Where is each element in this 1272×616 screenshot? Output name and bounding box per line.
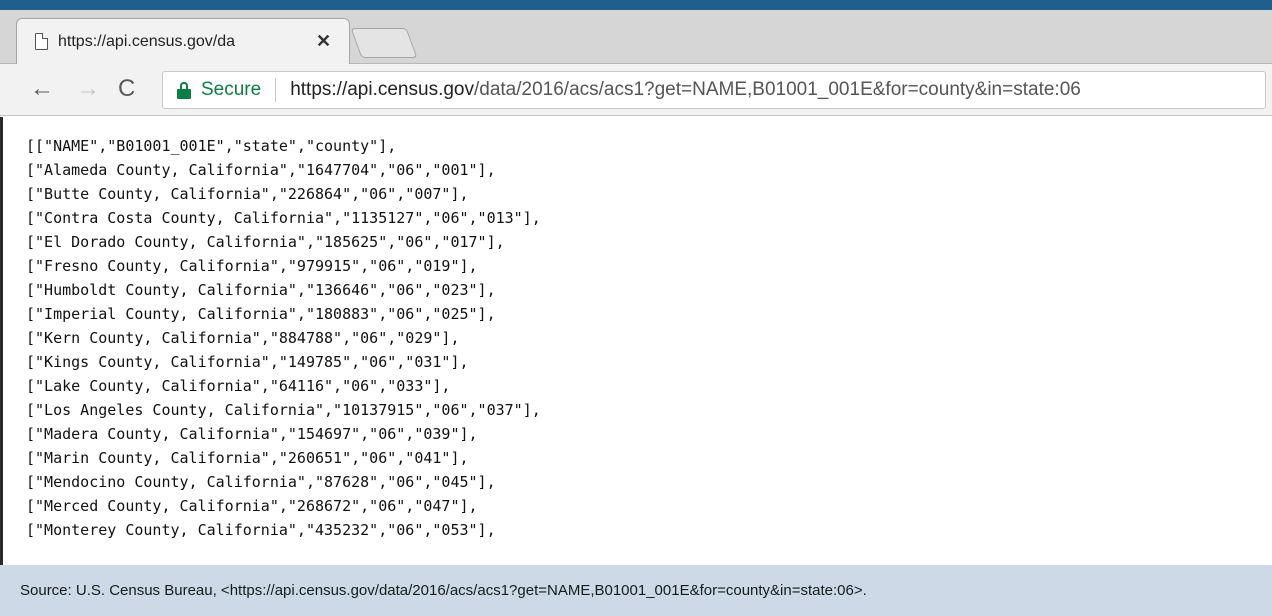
browser-tab[interactable]: https://api.census.gov/da ✕ [16,18,350,64]
json-line: ["Contra Costa County, California","1135… [26,209,541,227]
lock-icon[interactable] [177,81,191,99]
url-host: https://api.census.gov [290,79,474,100]
reload-icon[interactable]: C [118,76,135,102]
json-response-view: [["NAME","B01001_001E","state","county"]… [0,117,1272,565]
json-line: ["Imperial County, California","180883",… [26,305,496,323]
window-top-band [0,0,1272,10]
address-divider [275,78,277,102]
json-line: ["Mendocino County, California","87628",… [26,473,496,491]
secure-label[interactable]: Secure [201,79,261,101]
json-line: ["Butte County, California","226864","06… [26,185,469,203]
source-caption-text: Source: U.S. Census Bureau, <https://api… [20,582,867,599]
json-line: ["Lake County, California","64116","06",… [26,377,451,395]
source-caption: Source: U.S. Census Bureau, <https://api… [0,565,1272,616]
json-line: ["Merced County, California","268672","0… [26,497,478,515]
json-line: ["Humboldt County, California","136646",… [26,281,496,299]
json-line: ["Los Angeles County, California","10137… [26,401,541,419]
json-line: ["Kings County, California","149785","06… [26,353,469,371]
page-icon [35,33,48,50]
json-line: ["El Dorado County, California","185625"… [26,233,505,251]
close-tab-icon[interactable]: ✕ [316,31,331,52]
json-line: ["Monterey County, California","435232",… [26,521,496,539]
forward-arrow-icon[interactable]: → [76,76,100,102]
json-line: ["Madera County, California","154697","0… [26,425,478,443]
json-line: ["Kern County, California","884788","06"… [26,329,460,347]
json-line: ["Alameda County, California","1647704",… [26,161,496,179]
url-text[interactable]: https://api.census.gov/data/2016/acs/acs… [290,79,1081,101]
back-arrow-icon[interactable]: ← [30,76,54,102]
json-line: ["Fresno County, California","979915","0… [26,257,478,275]
tab-strip: https://api.census.gov/da ✕ [0,10,1272,64]
address-bar[interactable]: Secure https://api.census.gov/data/2016/… [162,71,1266,109]
tab-title: https://api.census.gov/da [58,32,235,50]
json-line: [["NAME","B01001_001E","state","county"]… [26,137,397,155]
browser-toolbar: ← → C Secure https://api.census.gov/data… [0,64,1272,116]
new-tab-button[interactable] [350,28,418,58]
url-path: /data/2016/acs/acs1?get=NAME,B01001_001E… [473,79,1081,100]
json-line: ["Marin County, California","260651","06… [26,449,469,467]
